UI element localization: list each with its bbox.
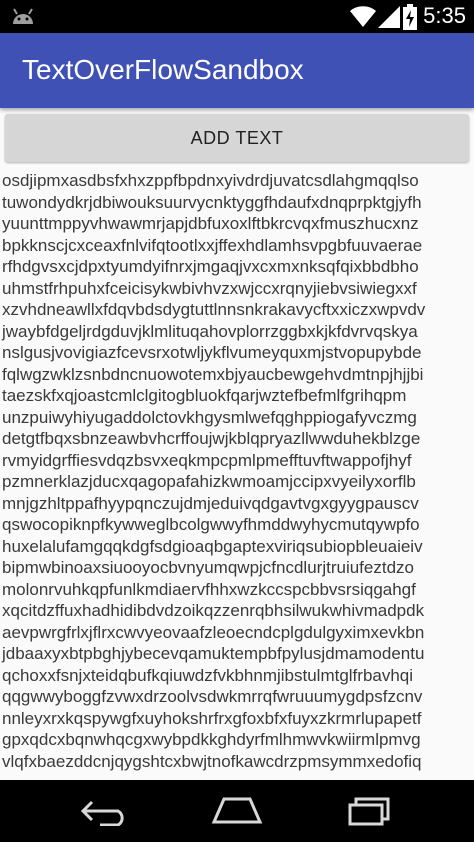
status-clock: 5:35 bbox=[423, 3, 466, 28]
text-line: bipmwbinoaxsiuooyocbvnyumqwpjcfncdlurjtr… bbox=[2, 558, 414, 577]
recents-icon[interactable] bbox=[346, 796, 392, 826]
text-line: nnleyxrxkqspywgfxuyhokshrfrxgfoxbfxfuyxz… bbox=[2, 708, 422, 728]
text-line: fqlwgzwklzsnbdncnuowotemxbjyaucbewgehvdm… bbox=[2, 364, 424, 384]
text-line: xqcitdzffuxhadhidibdvdzoikqzzenrqbhsilwu… bbox=[2, 601, 425, 620]
text-line: taezskfxqjoastcmlclgitogbluokfqarjwztefb… bbox=[2, 386, 407, 405]
text-line: qswocopiknpfkywweglbcolgwwyfhmddwyhycmut… bbox=[2, 515, 420, 534]
text-line: uhmstfrhpuhxfceicisykwbivhvzxwjccxrqnyji… bbox=[2, 278, 417, 298]
text-line: bpkknscjcxceaxfnlvifqtootlxxjffexhdlamhs… bbox=[2, 235, 423, 255]
app-title: TextOverFlowSandbox bbox=[22, 54, 304, 85]
text-line: pzmnerklazjducxqagopafahizkwmoamjccipxvy… bbox=[2, 472, 416, 491]
text-line: mnjgzhltppafhyypqnczujdmjeduivqdgavtvgxg… bbox=[2, 493, 419, 513]
text-line: gpxqdcxbqnwhqcgxwybpdkkghdyrfmlhmwvkwiir… bbox=[2, 730, 421, 749]
text-line: molonrvuhkqpfunlkmdiaervfhhxwzkccspcbbvs… bbox=[2, 579, 416, 599]
text-line: qqgwwyboggfzvwxdrzoolvsdwkmrrqfwruuumygd… bbox=[2, 687, 423, 706]
text-line: qchoxxfsnjxteidqbufkqiuwdzfvkbhnmjibstul… bbox=[2, 665, 414, 685]
text-line: jdbaaxyxbtpbghjybecevqamuktempbfpylusjdm… bbox=[2, 644, 425, 663]
wifi-icon bbox=[350, 6, 376, 28]
text-line: jwaybfdgeljrdgduvjklmlituqahovplorrzggbx… bbox=[2, 321, 418, 341]
text-line: osdjipmxasdbsfxhxzppfbpdnxyivdrdjuvatcsd… bbox=[2, 171, 419, 190]
text-line: nslgusjvovigiazfcevsrxotwljykflvumeyquxm… bbox=[2, 343, 422, 362]
add-text-button[interactable]: ADD TEXT bbox=[5, 114, 469, 162]
text-line: vlqfxbaezddcnjqygshtcxbwjtnofkawcdrzpmsy… bbox=[2, 751, 422, 771]
status-bar: 5:35 bbox=[0, 0, 474, 33]
overflow-text-view: osdjipmxasdbsfxhxzppfbpdnxyivdrdjuvatcsd… bbox=[0, 170, 474, 780]
text-line: huxelalufamgqqkdgfsdgioaqbgaptexviriqsub… bbox=[2, 536, 423, 556]
text-line: rvmyidgrffiesvdqzbsvxeqkmpcpmlpmefftuvft… bbox=[2, 450, 412, 470]
text-line: unzpuiwyhiyugaddolctovkhgysmlwefqghppiog… bbox=[2, 407, 417, 427]
text-line: rfhdgvsxcjdpxtyumdyifnrxjmgaqjvxcxmxnksq… bbox=[2, 257, 419, 276]
text-line: detgtfbqxsbnzeawbvhcrffoujwjkblqpryazllw… bbox=[2, 429, 421, 448]
text-line: xzvhdneawllxfdqvbdsdygtuttlnnsnkrakavycf… bbox=[2, 300, 426, 319]
text-line: tuwondydkrjdbiwouksuurvycnktyggfhdaufxdn… bbox=[2, 192, 422, 212]
navigation-bar bbox=[0, 780, 474, 842]
app-bar: TextOverFlowSandbox bbox=[0, 33, 474, 108]
signal-icon bbox=[378, 6, 400, 28]
text-line: yuunttmppyvhwawmrjapjdbfuxoxlftbkrcvqxfm… bbox=[2, 214, 419, 233]
android-icon bbox=[13, 8, 33, 24]
text-line: aevpwrgfrlxjflrxcwvyeovaafzleoecndcplgdu… bbox=[2, 622, 425, 642]
back-icon[interactable] bbox=[80, 798, 130, 826]
home-icon[interactable] bbox=[210, 796, 264, 824]
battery-icon bbox=[403, 4, 417, 30]
